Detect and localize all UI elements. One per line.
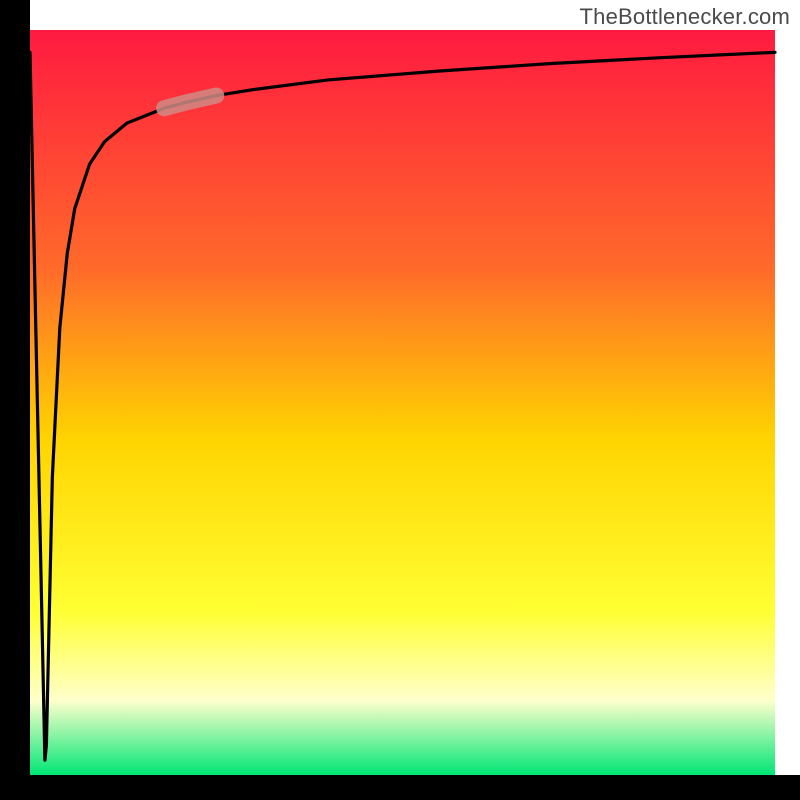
- frame-left: [0, 0, 30, 800]
- bottleneck-chart: [0, 0, 800, 800]
- plot-background: [30, 30, 775, 775]
- frame-bottom: [0, 775, 800, 800]
- chart-stage: TheBottlenecker.com: [0, 0, 800, 800]
